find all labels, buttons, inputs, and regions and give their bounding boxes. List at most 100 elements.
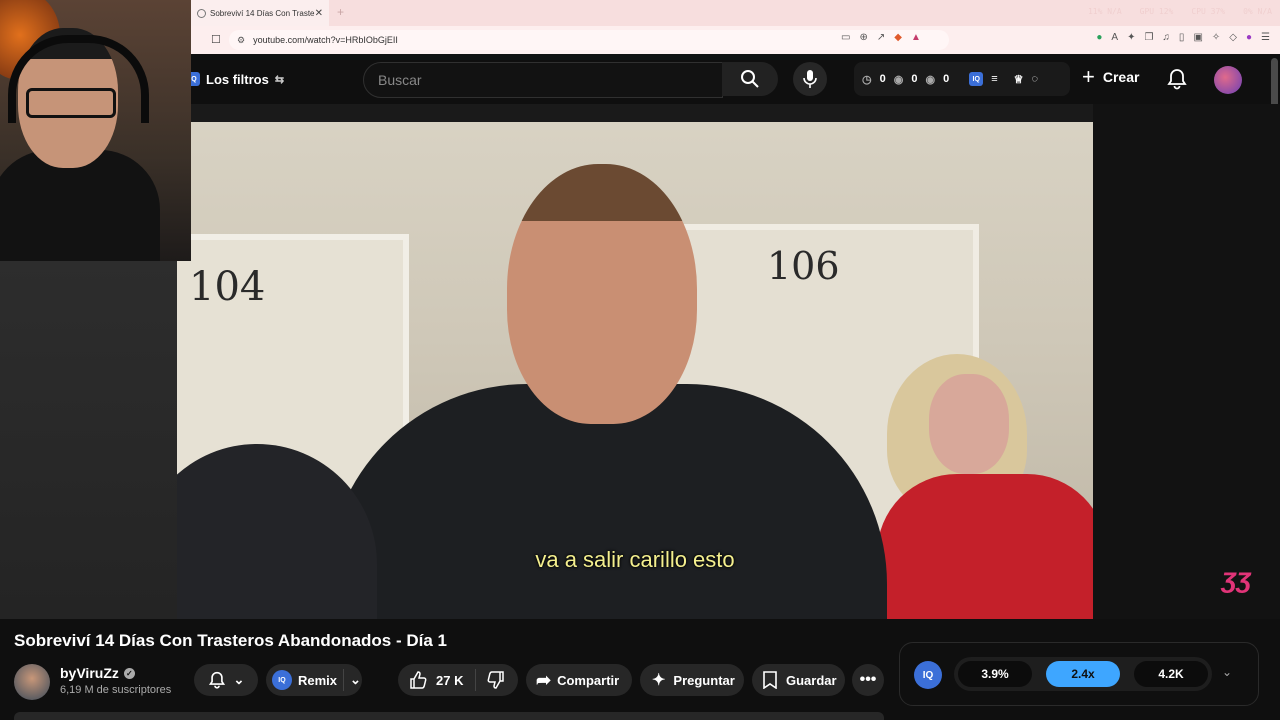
video-title: Sobreviví 14 Días Con Trasteros Abandona…	[14, 631, 447, 650]
clock-icon: ◷	[862, 73, 872, 86]
thumbs-down-icon	[487, 671, 505, 689]
counter-value: 0	[943, 73, 950, 85]
tab-title: Sobreviví 14 Días Con Trasteros	[210, 8, 315, 18]
stats-panel: IQ 3.9% 2.4x 4.2K ⌄	[899, 642, 1259, 706]
channel-avatar[interactable]	[14, 664, 50, 700]
trophy-icon[interactable]: ♕	[1014, 73, 1024, 86]
cast-icon[interactable]: ▭	[841, 32, 850, 43]
subscriber-count: 6,19 M de suscriptores	[60, 684, 172, 696]
youtube-header: IQ Los filtros ⇆ Buscar ◷ 0 ◉ 0 ◉ 0 IQ ≡…	[176, 54, 1280, 104]
share-button[interactable]: ➦ Compartir	[526, 664, 632, 696]
create-label: Crear	[1102, 69, 1140, 85]
address-bar-row: ☐ ⚙ youtube.com/watch?v=HRbIObGjEII ▭ ⊕ …	[191, 26, 1280, 54]
chevron-down-icon: ⌄	[233, 672, 245, 687]
door-number-right: 106	[767, 244, 840, 288]
verified-icon: ✓	[123, 667, 135, 679]
plus-icon: +	[1082, 64, 1095, 89]
sidebar-icon[interactable]: ▯	[1179, 32, 1185, 43]
subscribe-bell-button[interactable]: ⌄	[194, 664, 258, 696]
tab-bar: Sobreviví 14 Días Con Trasteros ✕ + 11% …	[191, 0, 1280, 26]
chat-icon[interactable]: ◌	[1032, 73, 1039, 85]
tab-close-icon[interactable]: ✕	[315, 8, 323, 19]
url-text[interactable]: youtube.com/watch?v=HRbIObGjEII	[253, 35, 398, 45]
extension-icon[interactable]: ●	[1096, 32, 1102, 43]
like-count: 27 K	[436, 672, 464, 688]
user-avatar[interactable]	[1214, 66, 1242, 94]
site-settings-icon[interactable]: ⚙	[237, 35, 245, 46]
more-actions-button[interactable]: •••	[852, 664, 884, 696]
search-icon	[741, 70, 759, 88]
wallet-icon[interactable]: ▣	[1193, 32, 1202, 43]
iq-icon[interactable]: IQ	[914, 661, 942, 689]
chevron-down-icon[interactable]: ⌄	[350, 672, 361, 688]
like-dislike-group: 27 K	[398, 664, 518, 696]
share-icon[interactable]: ↗	[877, 32, 885, 43]
leo-icon[interactable]: ✧	[1212, 32, 1220, 43]
search-button[interactable]	[722, 62, 778, 96]
channel-name-row[interactable]: byViruZz ✓	[60, 665, 135, 681]
door-number-left: 104	[189, 264, 266, 310]
metrics-bar: 3.9% 2.4x 4.2K	[954, 657, 1212, 691]
metric-pill-active[interactable]: 2.4x	[1046, 661, 1120, 687]
sparkle-icon: ✦	[652, 672, 666, 689]
remix-button[interactable]: IQ Remix ⌄	[266, 664, 362, 696]
divider	[343, 669, 345, 691]
save-button[interactable]: Guardar	[752, 664, 845, 696]
menu-icon[interactable]: ☰	[1261, 32, 1270, 43]
voice-search-button[interactable]	[793, 62, 827, 96]
filters-button[interactable]: IQ Los filtros ⇆	[186, 64, 284, 94]
stat-item: 11% N/A	[1087, 7, 1122, 16]
extension-counters[interactable]: ◷ 0 ◉ 0 ◉ 0 IQ ≡ ♕ ◌	[854, 62, 1070, 96]
bookmark-icon	[763, 671, 777, 689]
translate-icon[interactable]: A	[1111, 32, 1118, 43]
iq-icon[interactable]: IQ	[969, 72, 984, 86]
address-actions: ▭ ⊕ ↗ ◆ ▲	[841, 32, 921, 43]
woman-face	[929, 374, 1009, 474]
description-box-edge[interactable]	[14, 712, 884, 720]
metric-pill[interactable]: 3.9%	[958, 661, 1032, 687]
eye-icon: ◉	[893, 73, 904, 86]
new-tab-button[interactable]: +	[337, 5, 344, 19]
notifications-bell-icon[interactable]	[1166, 68, 1188, 90]
chevron-down-icon[interactable]: ⌄	[1222, 665, 1232, 679]
create-button[interactable]: + Crear	[1082, 66, 1139, 88]
puzzle-icon[interactable]: ✦	[1127, 32, 1135, 43]
tab-favicon-icon	[197, 8, 206, 18]
sliders-icon: ⇆	[274, 73, 285, 86]
dislike-button[interactable]	[476, 670, 516, 690]
search-input[interactable]: Buscar	[363, 62, 723, 98]
remix-label: Remix	[298, 672, 338, 688]
video-player[interactable]: 104 106 va a salir carillo esto	[177, 104, 1093, 619]
thumbs-up-icon	[410, 671, 427, 689]
bookmark-icon[interactable]: ☐	[211, 33, 221, 46]
counter-value: 0	[879, 73, 886, 85]
left-gutter	[0, 261, 177, 619]
right-sidebar	[1093, 104, 1280, 619]
like-button[interactable]: 27 K	[398, 670, 475, 690]
ask-button[interactable]: ✦ Preguntar	[640, 664, 744, 696]
rewards-icon[interactable]: ▲	[911, 32, 921, 43]
stat-item: 0% N/A	[1243, 7, 1272, 16]
copy-icon[interactable]: ❐	[1144, 32, 1153, 43]
webcam-overlay	[0, 0, 191, 261]
metric-pill[interactable]: 4.2K	[1134, 661, 1208, 687]
extensions-bar: ● A ✦ ❐ ♫ ▯ ▣ ✧ ◇ ● ☰	[1096, 32, 1270, 43]
brave-shield-icon[interactable]: ◆	[894, 32, 902, 43]
media-icon[interactable]: ♫	[1162, 32, 1170, 43]
bell-icon	[208, 671, 225, 689]
eye-icon: ◉	[925, 73, 936, 86]
ask-label: Preguntar	[673, 672, 735, 688]
list-icon[interactable]: ≡	[991, 73, 997, 85]
mic-icon	[803, 70, 817, 88]
zoom-icon[interactable]: ⊕	[859, 32, 867, 43]
glasses-icon	[26, 88, 116, 118]
share-arrow-icon: ➦	[536, 669, 552, 690]
profile-icon[interactable]: ●	[1246, 32, 1252, 43]
save-label: Guardar	[786, 672, 837, 688]
channel-name[interactable]: byViruZz	[60, 665, 119, 681]
browser-tab[interactable]: Sobreviví 14 Días Con Trasteros ✕	[191, 0, 329, 26]
video-ceiling	[177, 104, 1093, 122]
vpn-icon[interactable]: ◇	[1229, 32, 1237, 43]
stat-item: GPU 12%	[1139, 7, 1174, 16]
search-placeholder: Buscar	[378, 72, 422, 88]
